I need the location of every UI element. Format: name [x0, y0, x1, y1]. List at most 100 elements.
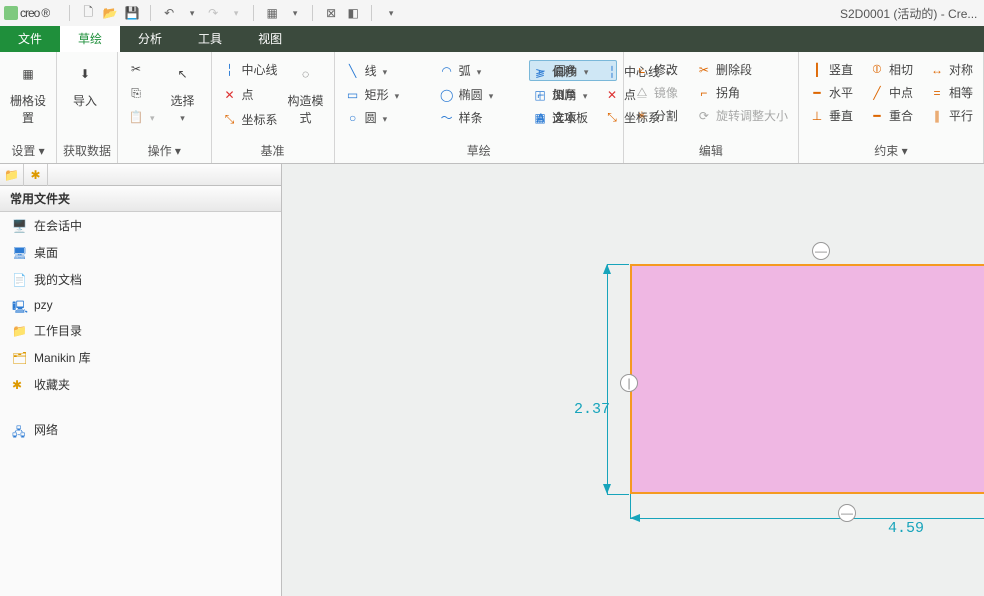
tab-fav-icon[interactable]: ✱	[24, 164, 48, 186]
folder-manikin[interactable]: 🗂Manikin 库	[0, 344, 281, 371]
group-label: 编辑	[630, 140, 792, 163]
vertical-button[interactable]: ┃竖直	[805, 60, 857, 79]
point-button[interactable]: ✕点	[218, 85, 282, 104]
sk-csys-button[interactable]: ⤡坐标系	[600, 108, 675, 127]
group-operate: ✂ ⎘ 📋 ↖ 选择 ▾ 操作 ▾	[118, 52, 212, 163]
csys-icon: ⤡	[222, 112, 238, 128]
tab-analysis[interactable]: 分析	[120, 26, 180, 52]
grid-settings-button[interactable]: ▦ 栅格设置	[6, 56, 50, 126]
symmetric-icon: ↔	[929, 62, 945, 78]
logo-icon	[4, 6, 18, 20]
tab-tools[interactable]: 工具	[180, 26, 240, 52]
equal-button[interactable]: =相等	[925, 83, 977, 102]
workspace: 📁 ✱ 常用文件夹 🖥️在会话中 🖥桌面 📄我的文档 🖳pzy 📁工作目录 🗂M…	[0, 164, 984, 596]
coincident-button[interactable]: ━重合	[865, 106, 917, 125]
ellipse-icon: ◯	[439, 87, 455, 103]
corner-button[interactable]: ⌐拐角	[692, 83, 792, 102]
folder-session[interactable]: 🖥️在会话中	[0, 212, 281, 239]
folder-pzy[interactable]: 🖳pzy	[0, 293, 281, 317]
windows-icon[interactable]: ◧	[345, 5, 361, 21]
height-dimension[interactable]: 2.37	[574, 401, 610, 418]
regen-dropdown[interactable]	[286, 5, 302, 21]
horizontal-button[interactable]: ━水平	[805, 83, 857, 102]
copy-button[interactable]: ⎘	[124, 84, 159, 102]
delete-seg-icon: ✂	[696, 62, 712, 78]
palette-button[interactable]: ▦选项板	[528, 108, 592, 127]
group-label[interactable]: 设置 ▾	[6, 140, 50, 163]
undo-icon[interactable]: ↶	[161, 5, 177, 21]
save-icon[interactable]: 💾	[124, 5, 140, 21]
group-sketch: ╲线 ◠弧 ⌐圆角 ▭矩形 ◯椭圆 ⌐倒角 ○圆 〜样条 A文本 ⫺偏移 ╎中心…	[335, 52, 624, 163]
desktop-icon: 🖥	[12, 246, 28, 260]
open-icon[interactable]: 📂	[102, 5, 118, 21]
regen-icon[interactable]: ▦	[264, 5, 280, 21]
constraint-handle[interactable]: —	[838, 504, 856, 522]
folder-mydocs[interactable]: 📄我的文档	[0, 266, 281, 293]
thicken-button[interactable]: ◫加厚	[528, 85, 592, 104]
constraint-handle[interactable]: —	[812, 242, 830, 260]
tab-sketch[interactable]: 草绘	[60, 26, 120, 52]
circle-button[interactable]: ○圆	[341, 108, 427, 127]
group-label[interactable]: 操作 ▾	[124, 140, 205, 163]
csys-icon: ⤡	[604, 110, 620, 126]
cut-button[interactable]: ✂	[124, 60, 159, 78]
parallel-button[interactable]: ∥平行	[925, 106, 977, 125]
ribbon: ▦ 栅格设置 设置 ▾ ⬇ 导入 获取数据 ✂ ⎘ 📋 ↖ 选择 ▾	[0, 52, 984, 164]
construct-icon: ◌	[292, 60, 320, 88]
horizontal-icon: ━	[809, 85, 825, 101]
canvas[interactable]: ✛ 2.37 4.59 R 0.45 — ⦶ ⦶ | | —	[282, 164, 984, 596]
sketch-rectangle[interactable]	[630, 264, 984, 494]
folder-network[interactable]: 🖧网络	[0, 416, 281, 443]
spline-button[interactable]: 〜样条	[435, 108, 521, 127]
network-icon: 🖧	[12, 423, 28, 437]
csys-button[interactable]: ⤡坐标系	[218, 110, 282, 129]
folder-desktop[interactable]: 🖥桌面	[0, 239, 281, 266]
import-button[interactable]: ⬇ 导入	[63, 56, 107, 109]
perp-button[interactable]: ⊥垂直	[805, 106, 857, 125]
star-icon: ✱	[12, 378, 28, 392]
computer-icon: 🖳	[12, 298, 28, 312]
folder-workdir[interactable]: 📁工作目录	[0, 317, 281, 344]
centerline-button[interactable]: ╎中心线	[218, 60, 282, 79]
sym-button[interactable]: ↔对称	[925, 60, 977, 79]
qat-customize[interactable]	[382, 5, 398, 21]
group-label: 草绘	[341, 140, 617, 163]
close-window-icon[interactable]: ⊠	[323, 5, 339, 21]
paste-button: 📋	[124, 108, 159, 126]
monitor-icon: 🖥️	[12, 219, 28, 233]
thicken-icon: ◫	[532, 87, 548, 103]
construct-mode-button[interactable]: ◌ 构造模式	[284, 56, 328, 129]
group-setup: ▦ 栅格设置 设置 ▾	[0, 52, 57, 163]
sk-centerline-button[interactable]: ╎中心线	[600, 62, 675, 81]
midpoint-button[interactable]: ╱中点	[865, 83, 917, 102]
document-title: S2D0001 (活动的) - Cre...	[840, 5, 977, 22]
undo-dropdown[interactable]	[183, 5, 199, 21]
arc-button[interactable]: ◠弧	[435, 60, 521, 81]
offset-button[interactable]: ⫺偏移	[528, 62, 592, 81]
offset-icon: ⫺	[532, 64, 548, 80]
group-datum: ╎中心线 ✕点 ⤡坐标系 ◌ 构造模式 基准	[212, 52, 335, 163]
tab-file[interactable]: 文件	[0, 26, 60, 52]
vertical-icon: ┃	[809, 62, 825, 78]
tab-folders-icon[interactable]: 📁	[0, 164, 24, 186]
cut-icon: ✂	[128, 61, 144, 77]
rect-button[interactable]: ▭矩形	[341, 85, 427, 104]
copy-icon: ⎘	[128, 85, 144, 101]
ellipse-button[interactable]: ◯椭圆	[435, 85, 521, 104]
line-button[interactable]: ╲线	[341, 60, 427, 81]
import-icon: ⬇	[71, 60, 99, 88]
coincident-icon: ━	[869, 108, 885, 124]
group-label[interactable]: 约束 ▾	[805, 140, 977, 163]
folder-favorites[interactable]: ✱收藏夹	[0, 371, 281, 398]
grid-icon: ▦	[14, 60, 42, 88]
constraint-handle[interactable]: |	[620, 374, 638, 392]
tab-view[interactable]: 视图	[240, 26, 300, 52]
title-bar: creo® 🗋 📂 💾 ↶ ↷ ▦ ⊠ ◧ S2D0001 (活动的) - Cr…	[0, 0, 984, 26]
width-dimension[interactable]: 4.59	[888, 520, 924, 537]
select-button[interactable]: ↖ 选择 ▾	[161, 56, 205, 126]
new-icon[interactable]: 🗋	[80, 5, 96, 21]
redo-icon: ↷	[205, 5, 221, 21]
tangent-button[interactable]: ⦶相切	[865, 60, 917, 79]
delseg-button[interactable]: ✂删除段	[692, 60, 792, 79]
spline-icon: 〜	[439, 110, 455, 126]
